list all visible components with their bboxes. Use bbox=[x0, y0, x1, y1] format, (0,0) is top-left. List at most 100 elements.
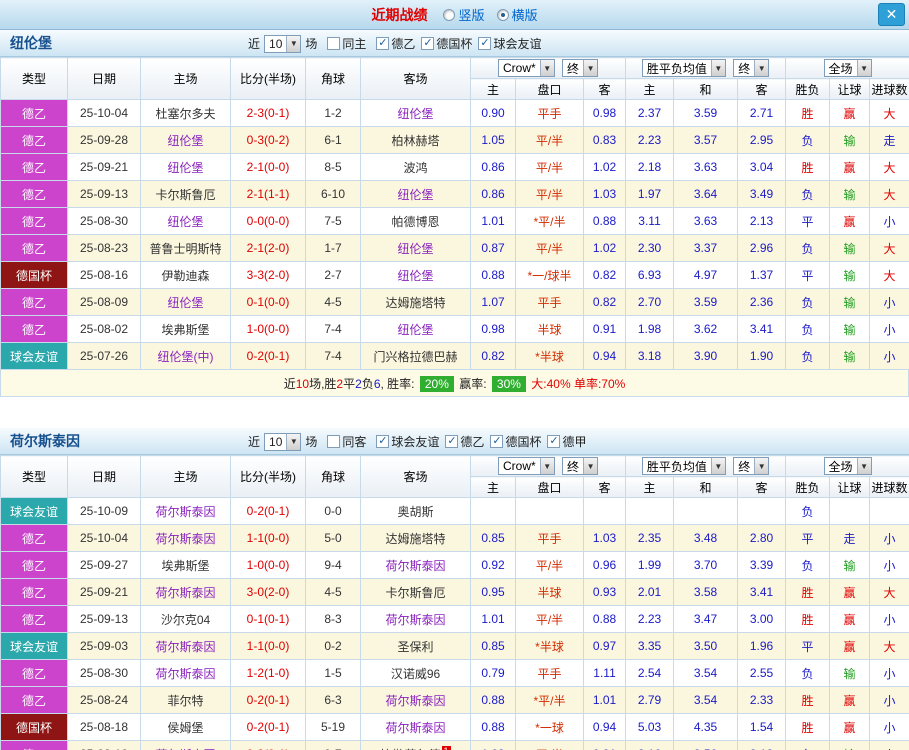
layout-radio[interactable]: 横版 bbox=[496, 5, 538, 24]
away-team-name[interactable]: 纽伦堡 bbox=[397, 107, 433, 121]
filter-league-checkbox[interactable]: ✓ 球会友谊 bbox=[478, 35, 541, 52]
away-team-name[interactable]: 卡尔斯鲁厄 bbox=[385, 586, 445, 600]
away-team-cell[interactable]: 达姆施塔特 bbox=[360, 524, 471, 552]
away-team-cell[interactable]: 门兴格拉德巴赫 bbox=[360, 342, 471, 370]
home-team-cell[interactable]: 纽伦堡 bbox=[140, 207, 231, 235]
away-team-name[interactable]: 荷尔斯泰因 bbox=[385, 559, 445, 573]
home-team-cell[interactable]: 荷尔斯泰因 bbox=[140, 740, 231, 750]
home-team-name[interactable]: 荷尔斯泰因 bbox=[155, 586, 215, 600]
layout-radio[interactable]: 竖版 bbox=[443, 5, 485, 24]
away-team-name[interactable]: 帕德博恩 bbox=[391, 215, 439, 229]
avg-odds-select[interactable]: 胜平负均值 ▼ bbox=[641, 59, 726, 77]
away-team-cell[interactable]: 纽伦堡 bbox=[360, 315, 471, 343]
home-team-name[interactable]: 荷尔斯泰因 bbox=[155, 532, 215, 546]
home-team-name[interactable]: 伊勒迪森 bbox=[161, 269, 209, 283]
away-team-cell[interactable]: 帕德博恩 bbox=[360, 207, 471, 235]
home-team-name[interactable]: 埃弗斯堡 bbox=[161, 559, 209, 573]
avg-time-select[interactable]: 终 ▼ bbox=[733, 457, 770, 475]
filter-league-checkbox[interactable]: ✓ 球会友谊 bbox=[376, 433, 439, 450]
same-venue-checkbox[interactable]: ✓同客 bbox=[327, 433, 366, 450]
home-team-cell[interactable]: 沙尔克04 bbox=[140, 605, 231, 633]
home-team-name[interactable]: 纽伦堡 bbox=[167, 161, 203, 175]
home-team-cell[interactable]: 埃弗斯堡 bbox=[140, 315, 231, 343]
home-team-cell[interactable]: 荷尔斯泰因 bbox=[140, 632, 231, 660]
away-team-cell[interactable]: 纽伦堡 bbox=[360, 234, 471, 262]
home-team-cell[interactable]: 侯姆堡 bbox=[140, 713, 231, 741]
home-team-name[interactable]: 纽伦堡 bbox=[167, 215, 203, 229]
away-team-name[interactable]: 汉诺威96 bbox=[391, 667, 440, 681]
home-team-cell[interactable]: 普鲁士明斯特 bbox=[140, 234, 231, 262]
home-team-cell[interactable]: 荷尔斯泰因 bbox=[140, 578, 231, 606]
odds-time-select[interactable]: 终 ▼ bbox=[562, 59, 599, 77]
away-team-name[interactable]: 圣保利 bbox=[397, 640, 433, 654]
away-team-name[interactable]: 纽伦堡 bbox=[397, 188, 433, 202]
home-team-cell[interactable]: 伊勒迪森 bbox=[140, 261, 231, 289]
away-team-name[interactable]: 荷尔斯泰因 bbox=[385, 613, 445, 627]
away-team-name[interactable]: 荷尔斯泰因 bbox=[385, 694, 445, 708]
avg-time-select[interactable]: 终 ▼ bbox=[733, 59, 770, 77]
home-team-name[interactable]: 普鲁士明斯特 bbox=[149, 242, 221, 256]
away-team-cell[interactable]: 比勒菲尔德1 bbox=[360, 740, 471, 750]
home-team-cell[interactable]: 纽伦堡(中) bbox=[140, 342, 231, 370]
home-team-cell[interactable]: 纽伦堡 bbox=[140, 153, 231, 181]
away-team-cell[interactable]: 荷尔斯泰因 bbox=[360, 551, 471, 579]
close-button[interactable]: ✕ bbox=[878, 3, 905, 26]
away-team-name[interactable]: 荷尔斯泰因 bbox=[385, 721, 445, 735]
filter-league-checkbox[interactable]: ✓ 德国杯 bbox=[421, 35, 472, 52]
filter-league-checkbox[interactable]: ✓ 德乙 bbox=[376, 35, 415, 52]
away-team-cell[interactable]: 荷尔斯泰因 bbox=[360, 686, 471, 714]
away-team-name[interactable]: 柏林赫塔 bbox=[391, 134, 439, 148]
away-team-name[interactable]: 纽伦堡 bbox=[397, 269, 433, 283]
home-team-name[interactable]: 侯姆堡 bbox=[167, 721, 203, 735]
home-team-name[interactable]: 杜塞尔多夫 bbox=[155, 107, 215, 121]
home-team-name[interactable]: 荷尔斯泰因 bbox=[155, 505, 215, 519]
filter-league-checkbox[interactable]: ✓ 德甲 bbox=[547, 433, 586, 450]
recent-count-select[interactable]: 10 ▼ bbox=[264, 34, 302, 53]
home-team-name[interactable]: 沙尔克04 bbox=[161, 613, 210, 627]
home-team-name[interactable]: 埃弗斯堡 bbox=[161, 323, 209, 337]
home-team-cell[interactable]: 纽伦堡 bbox=[140, 288, 231, 316]
same-venue-checkbox[interactable]: ✓同主 bbox=[327, 35, 366, 52]
filter-league-checkbox[interactable]: ✓ 德乙 bbox=[445, 433, 484, 450]
away-team-cell[interactable]: 圣保利 bbox=[360, 632, 471, 660]
away-team-name[interactable]: 纽伦堡 bbox=[397, 323, 433, 337]
away-team-name[interactable]: 达姆施塔特 bbox=[385, 532, 445, 546]
home-team-cell[interactable]: 卡尔斯鲁厄 bbox=[140, 180, 231, 208]
home-team-cell[interactable]: 纽伦堡 bbox=[140, 126, 231, 154]
away-team-cell[interactable]: 汉诺威96 bbox=[360, 659, 471, 687]
away-team-cell[interactable]: 柏林赫塔 bbox=[360, 126, 471, 154]
home-team-cell[interactable]: 荷尔斯泰因 bbox=[140, 659, 231, 687]
away-team-cell[interactable]: 奥胡斯 bbox=[360, 497, 471, 525]
scope-select[interactable]: 全场 ▼ bbox=[823, 59, 872, 77]
home-team-name[interactable]: 菲尔特 bbox=[167, 694, 203, 708]
away-team-name[interactable]: 纽伦堡 bbox=[397, 242, 433, 256]
away-team-name[interactable]: 奥胡斯 bbox=[397, 505, 433, 519]
home-team-name[interactable]: 卡尔斯鲁厄 bbox=[155, 188, 215, 202]
away-team-name[interactable]: 波鸿 bbox=[403, 161, 427, 175]
recent-count-select[interactable]: 10 ▼ bbox=[264, 432, 302, 451]
home-team-name[interactable]: 纽伦堡(中) bbox=[158, 350, 214, 364]
scope-select[interactable]: 全场 ▼ bbox=[823, 457, 872, 475]
avg-odds-select[interactable]: 胜平负均值 ▼ bbox=[641, 457, 726, 475]
away-team-cell[interactable]: 纽伦堡 bbox=[360, 180, 471, 208]
home-team-cell[interactable]: 荷尔斯泰因 bbox=[140, 497, 231, 525]
bookmaker-select[interactable]: Crow* ▼ bbox=[498, 457, 555, 475]
home-team-cell[interactable]: 杜塞尔多夫 bbox=[140, 99, 231, 127]
away-team-cell[interactable]: 波鸿 bbox=[360, 153, 471, 181]
bookmaker-select[interactable]: Crow* ▼ bbox=[498, 59, 555, 77]
away-team-name[interactable]: 达姆施塔特 bbox=[385, 296, 445, 310]
away-team-name[interactable]: 门兴格拉德巴赫 bbox=[373, 350, 457, 364]
away-team-cell[interactable]: 纽伦堡 bbox=[360, 261, 471, 289]
away-team-cell[interactable]: 达姆施塔特 bbox=[360, 288, 471, 316]
home-team-name[interactable]: 荷尔斯泰因 bbox=[155, 667, 215, 681]
away-team-cell[interactable]: 荷尔斯泰因 bbox=[360, 605, 471, 633]
away-team-cell[interactable]: 纽伦堡 bbox=[360, 99, 471, 127]
odds-time-select[interactable]: 终 ▼ bbox=[562, 457, 599, 475]
home-team-cell[interactable]: 荷尔斯泰因 bbox=[140, 524, 231, 552]
home-team-cell[interactable]: 埃弗斯堡 bbox=[140, 551, 231, 579]
home-team-name[interactable]: 荷尔斯泰因 bbox=[155, 640, 215, 654]
away-team-cell[interactable]: 卡尔斯鲁厄 bbox=[360, 578, 471, 606]
away-team-cell[interactable]: 荷尔斯泰因 bbox=[360, 713, 471, 741]
home-team-name[interactable]: 纽伦堡 bbox=[167, 134, 203, 148]
filter-league-checkbox[interactable]: ✓ 德国杯 bbox=[490, 433, 541, 450]
